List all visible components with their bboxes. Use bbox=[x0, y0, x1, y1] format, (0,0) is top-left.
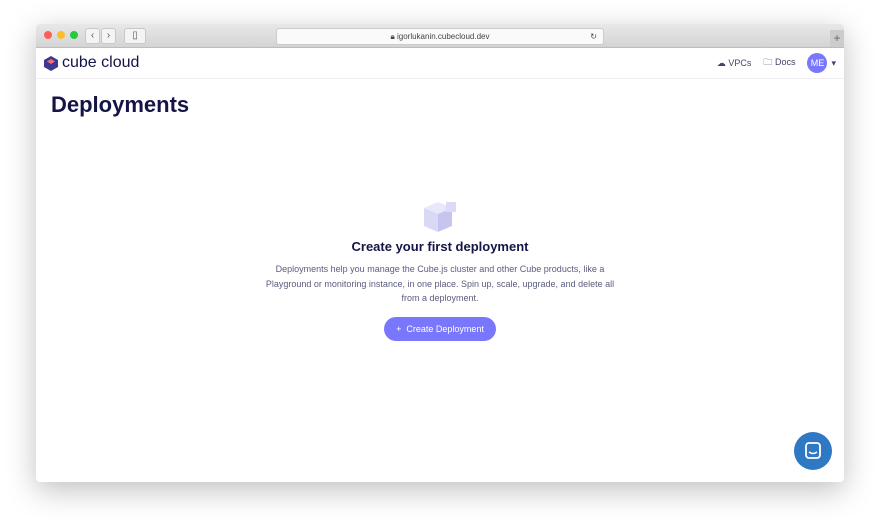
plus-icon: + bbox=[396, 323, 402, 334]
vpcs-label: VPCs bbox=[728, 57, 752, 68]
user-menu[interactable]: ME ▾ bbox=[807, 53, 836, 73]
create-deployment-button[interactable]: + Create Deployment bbox=[384, 316, 496, 341]
address-bar[interactable]: 🔒︎ igorlukanin.cubecloud.dev ↻ bbox=[276, 28, 604, 45]
empty-state-description: Deployments help you manage the Cube.js … bbox=[265, 264, 615, 303]
chevron-down-icon: ▾ bbox=[831, 57, 836, 68]
logo[interactable]: cube cloud bbox=[44, 54, 139, 72]
logo-text: cube cloud bbox=[62, 54, 140, 71]
forward-button[interactable]: › bbox=[101, 28, 116, 44]
empty-state-title: Create your first deployment bbox=[351, 239, 529, 254]
close-window-button[interactable] bbox=[44, 31, 52, 39]
browser-window: ‹ › ▯ 🔒︎ igorlukanin.cubecloud.dev ↻ + cu… bbox=[36, 24, 844, 482]
maximize-window-button[interactable] bbox=[70, 31, 78, 39]
cloud-icon: ☁︎ bbox=[716, 57, 726, 68]
chat-widget-button[interactable] bbox=[794, 432, 832, 470]
reload-icon[interactable]: ↻ bbox=[590, 29, 597, 44]
docs-label: Docs bbox=[774, 57, 796, 67]
new-tab-button[interactable]: + bbox=[830, 30, 844, 47]
minimize-window-button[interactable] bbox=[57, 31, 65, 39]
nav-docs[interactable]: 🗀 Docs bbox=[763, 55, 795, 71]
page-title: Deployments bbox=[51, 92, 190, 117]
back-button[interactable]: ‹ bbox=[85, 28, 100, 44]
avatar: ME bbox=[807, 53, 828, 73]
cube-illustration-icon bbox=[424, 202, 456, 232]
browser-toolbar: ‹ › ▯ 🔒︎ igorlukanin.cubecloud.dev ↻ + bbox=[36, 24, 844, 48]
top-nav: cube cloud ☁︎ VPCs 🗀 Docs ME ▾ bbox=[36, 48, 844, 79]
chat-icon bbox=[805, 442, 821, 459]
create-deployment-label: Create Deployment bbox=[406, 323, 484, 334]
cube-logo-icon bbox=[44, 55, 58, 71]
empty-state: Create your first deployment Deployments… bbox=[36, 200, 844, 341]
url-text: igorlukanin.cubecloud.dev bbox=[396, 32, 490, 41]
nav-vpcs[interactable]: ☁︎ VPCs bbox=[717, 58, 752, 69]
folder-icon: 🗀 bbox=[763, 57, 773, 67]
sidebar-toggle-icon[interactable]: ▯ bbox=[124, 28, 146, 44]
lock-icon: 🔒︎ bbox=[390, 32, 395, 41]
